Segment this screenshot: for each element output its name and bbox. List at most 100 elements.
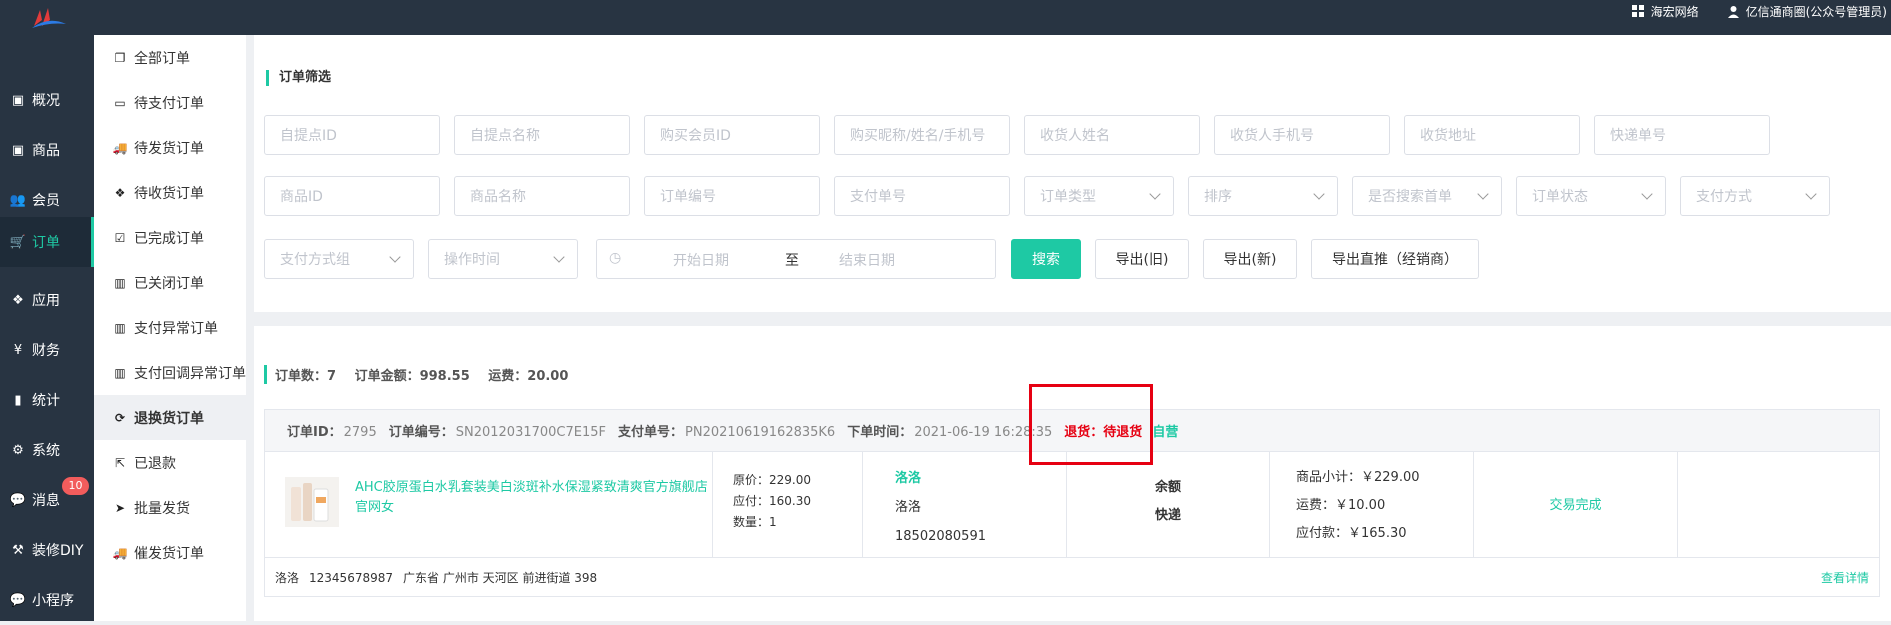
order-summary: 订单数：7 订单金额：998.55 运费：20.00 bbox=[264, 365, 582, 384]
main-sidebar: ▣ 概况 ▣ 商品 👥 会员 🛒 订单 ❖ 应用 ¥ 财务 ▮ 统计 ⚙ 系统 💬 消息 10 ⚒ 装… bbox=[0, 35, 94, 621]
receiver-name-input[interactable]: 收货人姓名 bbox=[1024, 115, 1200, 155]
pickup-point-name-input[interactable]: 自提点名称 bbox=[454, 115, 630, 155]
subnav-callback-exception[interactable]: ▥ 支付回调异常订单 bbox=[94, 350, 246, 395]
payment-sn-input[interactable]: 支付单号 bbox=[834, 176, 1010, 216]
hammer-icon: ⚒ bbox=[12, 542, 24, 558]
order-sn: 订单编号： SN2012031700C7E15F bbox=[388, 425, 607, 440]
amount-cell: 商品小计：￥229.00 运费：￥10.00 应付款：￥165.30 bbox=[1270, 452, 1474, 557]
buyer-id-input[interactable]: 购买会员ID bbox=[644, 115, 820, 155]
product-title-link[interactable]: AHC胶原蛋白水乳套装美白淡斑补水保湿紧致清爽官方旗舰店官网女 bbox=[355, 478, 711, 518]
nav-system[interactable]: ⚙ 系统 bbox=[0, 425, 94, 475]
logo[interactable] bbox=[28, 6, 70, 30]
operation-time-select[interactable]: 操作时间 bbox=[428, 239, 578, 279]
buyer-link[interactable]: 洛洛 bbox=[895, 464, 1066, 493]
payable-amount: 应付款：￥165.30 bbox=[1296, 526, 1407, 541]
message-icon: 💬 bbox=[9, 492, 27, 508]
subnav-pending-shipment[interactable]: 🚚 待发货订单 bbox=[94, 125, 246, 170]
order-status: 交易完成 bbox=[1549, 498, 1602, 513]
product-name-input[interactable]: 商品名称 bbox=[454, 176, 630, 216]
subnav-batch-ship[interactable]: ➤ 批量发货 bbox=[94, 485, 246, 530]
filter-title: 订单筛选 bbox=[266, 70, 331, 86]
export-direct-button[interactable]: 导出直推（经销商） bbox=[1311, 239, 1479, 279]
subnav-urge-ship[interactable]: 🚚 催发货订单 bbox=[94, 530, 246, 575]
org-switcher[interactable]: 海宏网络 bbox=[1631, 3, 1699, 20]
copy-icon: ❐ bbox=[114, 50, 126, 65]
subnav-completed[interactable]: ☑ 已完成订单 bbox=[94, 215, 246, 260]
subnav-closed[interactable]: ▥ 已关闭订单 bbox=[94, 260, 246, 305]
trash-icon: ▥ bbox=[114, 365, 126, 380]
gear-icon: ⚙ bbox=[12, 442, 24, 458]
nav-finance[interactable]: ¥ 财务 bbox=[0, 325, 94, 375]
subnav-pending-receipt[interactable]: ❖ 待收货订单 bbox=[94, 170, 246, 215]
overview-icon: ▣ bbox=[11, 92, 25, 108]
nav-stats[interactable]: ▮ 统计 bbox=[0, 375, 94, 425]
buyer-name-input[interactable]: 购买昵称/姓名/手机号 bbox=[834, 115, 1010, 155]
product-id-input[interactable]: 商品ID bbox=[264, 176, 440, 216]
user-menu[interactable]: 亿信通商圈(公众号管理员) bbox=[1727, 3, 1887, 20]
dropbox-icon: ❖ bbox=[114, 185, 126, 200]
subnav-returns[interactable]: ⟳ 退换货订单 bbox=[94, 395, 246, 440]
highlight-box bbox=[1029, 384, 1153, 465]
first-order-select[interactable]: 是否搜索首单 bbox=[1352, 176, 1502, 216]
payment-method-select[interactable]: 支付方式 bbox=[1680, 176, 1830, 216]
clock-icon: ◷ bbox=[609, 250, 622, 266]
delivery-method: 快递 bbox=[1154, 508, 1181, 523]
receiver-phone-input[interactable]: 收货人手机号 bbox=[1214, 115, 1390, 155]
product-cell: AHC胶原蛋白水乳套装美白淡斑补水保湿紧致清爽官方旗舰店官网女 bbox=[265, 452, 713, 557]
receiver-address-input[interactable]: 收货地址 bbox=[1404, 115, 1580, 155]
nav-orders[interactable]: 🛒 订单 bbox=[0, 217, 94, 267]
filter-panel: 订单筛选 自提点ID 自提点名称 购买会员ID 购买昵称/姓名/手机号 收货人姓… bbox=[254, 35, 1891, 312]
top-right-menu: 海宏网络 亿信通商圈(公众号管理员) bbox=[1631, 0, 1887, 22]
truck-icon: 🚚 bbox=[112, 545, 128, 560]
order-type-select[interactable]: 订单类型 bbox=[1024, 176, 1174, 216]
view-details-link[interactable]: 查看详情 bbox=[1821, 569, 1869, 586]
receiver-phone: 12345678987 bbox=[309, 570, 393, 585]
receiver-address: 广东省 广州市 天河区 前进街道 398 bbox=[403, 571, 598, 585]
org-name: 海宏网络 bbox=[1650, 4, 1699, 19]
truck-icon: 🚚 bbox=[112, 140, 128, 155]
top-bar: 海宏网络 亿信通商圈(公众号管理员) bbox=[0, 0, 1891, 35]
date-range-picker[interactable]: ◷ 开始日期 至 结束日期 bbox=[596, 239, 996, 279]
search-button[interactable]: 搜索 bbox=[1011, 239, 1081, 279]
order-status-select[interactable]: 订单状态 bbox=[1516, 176, 1666, 216]
payment-method: 余额 bbox=[1154, 480, 1181, 495]
tracking-number-input[interactable]: 快递单号 bbox=[1594, 115, 1770, 155]
nav-overview[interactable]: ▣ 概况 bbox=[0, 75, 94, 125]
goods-icon: ▣ bbox=[11, 142, 25, 158]
nav-apps[interactable]: ❖ 应用 bbox=[0, 275, 94, 325]
export-new-button[interactable]: 导出(新) bbox=[1203, 239, 1297, 279]
payment-group-select[interactable]: 支付方式组 bbox=[264, 239, 414, 279]
subnav-all-orders[interactable]: ❐ 全部订单 bbox=[94, 35, 246, 80]
members-icon: 👥 bbox=[9, 192, 27, 208]
date-end[interactable]: 结束日期 bbox=[839, 250, 895, 270]
sort-select[interactable]: 排序 bbox=[1188, 176, 1338, 216]
payment-sn: 支付单号： PN20210619162835K6 bbox=[618, 425, 836, 440]
send-icon: ➤ bbox=[114, 500, 126, 515]
product-image[interactable] bbox=[285, 477, 339, 527]
order-count: 订单数：7 bbox=[275, 369, 337, 384]
yen-icon: ¥ bbox=[13, 342, 23, 358]
chart-icon: ▮ bbox=[14, 392, 22, 408]
refresh-icon: ⟳ bbox=[114, 410, 126, 425]
pickup-point-id-input[interactable]: 自提点ID bbox=[264, 115, 440, 155]
order-subnav: ❐ 全部订单 ▭ 待支付订单 🚚 待发货订单 ❖ 待收货订单 ☑ 已完成订单 ▥ 已关闭订单… bbox=[94, 35, 246, 621]
export-old-button[interactable]: 导出(旧) bbox=[1095, 239, 1189, 279]
subnav-payment-exception[interactable]: ▥ 支付异常订单 bbox=[94, 305, 246, 350]
order-amount: 订单金额：998.55 bbox=[354, 369, 470, 384]
nav-goods[interactable]: ▣ 商品 bbox=[0, 125, 94, 175]
nav-messages[interactable]: 💬 消息 10 bbox=[0, 475, 94, 525]
order-sn-input[interactable]: 订单编号 bbox=[644, 176, 820, 216]
subnav-pending-payment[interactable]: ▭ 待支付订单 bbox=[94, 80, 246, 125]
subnav-refunded[interactable]: ⇱ 已退款 bbox=[94, 440, 246, 485]
user-name: 亿信通商圈(公众号管理员) bbox=[1745, 4, 1887, 19]
order-time: 下单时间： 2021-06-19 16:28:35 bbox=[847, 425, 1053, 440]
freight-amount: 运费：￥10.00 bbox=[1296, 498, 1386, 513]
nav-miniprogram[interactable]: 💬 小程序 bbox=[0, 575, 94, 625]
order-footer: 洛洛 12345678987 广东省 广州市 天河区 前进街道 398 查看详情 bbox=[265, 557, 1879, 597]
card-icon: ▭ bbox=[114, 95, 126, 110]
nav-diy[interactable]: ⚒ 装修DIY bbox=[0, 525, 94, 575]
cart-icon: 🛒 bbox=[9, 234, 27, 250]
share-icon: ⇱ bbox=[114, 455, 126, 470]
date-start[interactable]: 开始日期 bbox=[673, 250, 729, 270]
status-cell: 交易完成 bbox=[1474, 452, 1678, 557]
